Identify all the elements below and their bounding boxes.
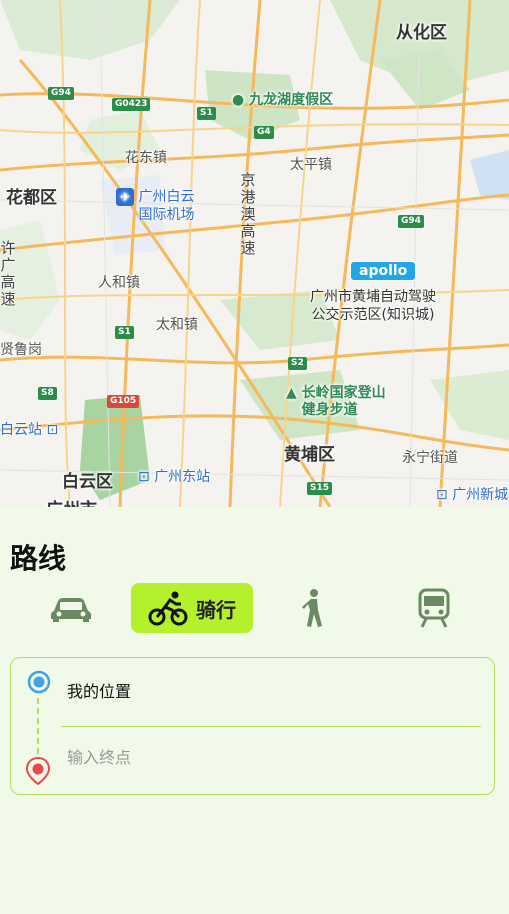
- road-shield: G94: [48, 87, 74, 100]
- map-label-huadong: 花东镇: [125, 150, 167, 166]
- station-icon: ⊡: [138, 469, 150, 485]
- field-divider: [61, 726, 481, 727]
- train-icon: [418, 588, 450, 628]
- map-label-renhe: 人和镇: [98, 275, 140, 291]
- destination-input[interactable]: [67, 748, 467, 767]
- map-station-guangzhoudong: ⊡ 广州东站: [138, 469, 211, 485]
- walk-icon: [302, 589, 322, 627]
- origin-dot-icon: [27, 670, 51, 694]
- bike-icon: [148, 591, 188, 626]
- road-shield: G94: [398, 215, 424, 228]
- road-shield: G105: [107, 395, 140, 408]
- map-poi-jiulonghu: ● 九龙湖度假区: [232, 92, 334, 108]
- map-station-baiyun: 白云站 ⊡: [0, 422, 59, 438]
- map-station-xincheng: ⊡ 广州新城: [436, 487, 509, 503]
- map-label-xuguang: 许广高速: [0, 239, 16, 308]
- apollo-badge[interactable]: apollo: [350, 261, 417, 281]
- map-label-taihe: 太和镇: [156, 317, 198, 333]
- map-label-guangzhou: 广州市: [46, 495, 97, 507]
- map-poi-trail: ▲ 长岭国家登山 健身步道: [286, 385, 386, 418]
- travel-mode-tabs: 骑行: [10, 583, 499, 633]
- road-shield: S1: [115, 326, 134, 339]
- station-icon: ⊡: [46, 422, 59, 438]
- page-title: 路线: [10, 542, 67, 575]
- car-icon: [51, 598, 91, 622]
- route-input-box: 我的位置: [10, 657, 495, 795]
- road-shield: S2: [288, 357, 307, 370]
- map-label-jinggangao: 京港澳高速: [240, 171, 256, 257]
- map-label-baiyun: 白云区: [62, 472, 113, 492]
- map-poi-airport: ✈ 广州白云 国际机场: [116, 188, 194, 224]
- map-label-apollo-zone: 广州市黄埔自动驾驶 公交示范区(知识城): [310, 289, 436, 323]
- map-label-yongning: 永宁街道: [402, 450, 458, 466]
- map-label-huangpu: 黄埔区: [284, 445, 335, 465]
- map-view[interactable]: 从化区 花都区 白云区 黄埔区 广州市 ● 九龙湖度假区 花东镇 太平镇 人和镇…: [0, 0, 509, 507]
- road-shield: G4: [254, 126, 274, 139]
- road-shield: S15: [307, 482, 333, 495]
- map-label-taiping: 太平镇: [290, 157, 332, 173]
- tree-icon: ▲: [286, 385, 297, 401]
- tab-transit[interactable]: [373, 583, 495, 633]
- map-label-conghua: 从化区: [396, 23, 447, 43]
- route-connector: [37, 698, 39, 754]
- tab-walk[interactable]: [252, 583, 374, 633]
- airport-icon: ✈: [116, 188, 134, 206]
- road-shield: G0423: [112, 98, 151, 111]
- road-shield: S8: [38, 387, 57, 400]
- destination-pin-icon: [25, 756, 51, 786]
- map-label-xianlugang: 贤鲁岗: [0, 342, 42, 358]
- station-icon: ⊡: [436, 487, 448, 503]
- tab-bike[interactable]: 骑行: [131, 583, 253, 633]
- origin-field[interactable]: 我的位置: [67, 678, 131, 702]
- route-panel: 路线 骑行 我的位置 输入终点: [0, 507, 509, 914]
- tab-car[interactable]: [10, 583, 132, 633]
- tab-bike-label: 骑行: [196, 597, 236, 622]
- road-shield: S1: [197, 107, 216, 120]
- map-label-huadu: 花都区: [6, 188, 57, 208]
